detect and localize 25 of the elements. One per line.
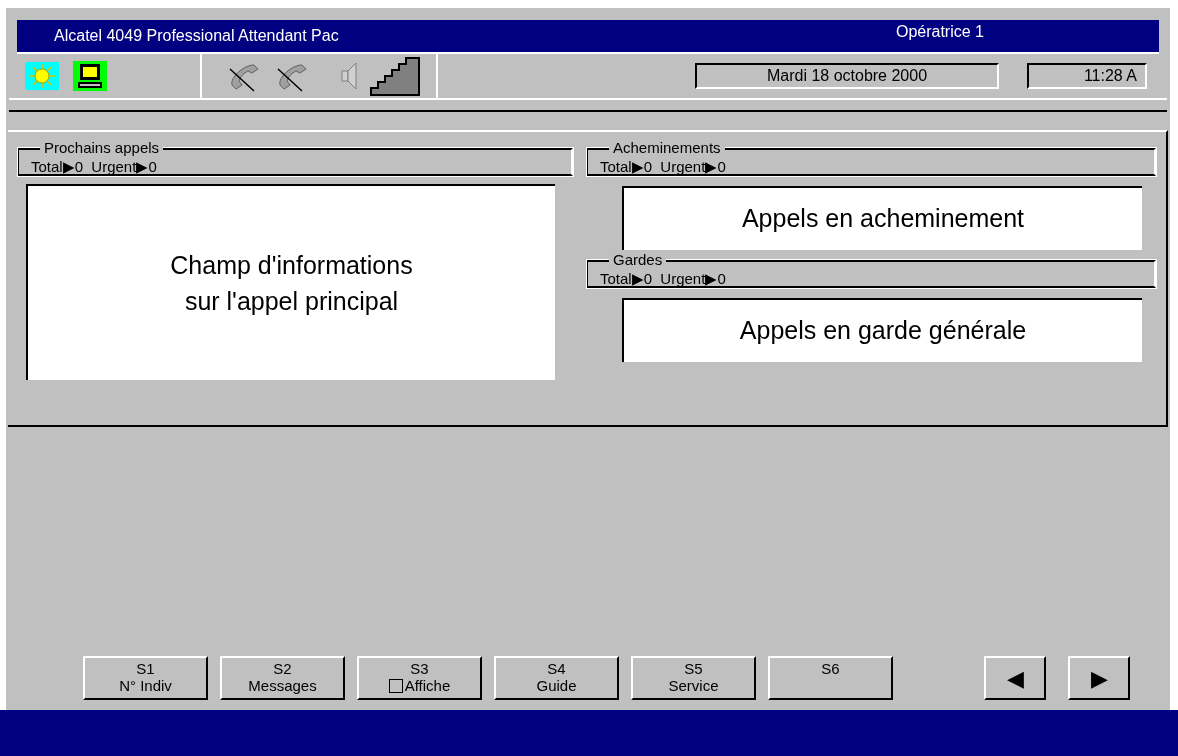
group-title: Prochains appels bbox=[40, 140, 164, 155]
group-title: Acheminements bbox=[609, 140, 725, 155]
field-text: Appels en acheminement bbox=[741, 203, 1025, 235]
stairs-level-icon bbox=[370, 56, 420, 96]
field-text: Appels en garde générale bbox=[739, 315, 1027, 347]
call-counts: Total▶0 Urgent▶0 bbox=[600, 271, 727, 286]
window-title: Alcatel 4049 Professional Attendant Pac bbox=[54, 26, 339, 46]
softkey-button[interactable]: S4 Guide bbox=[494, 656, 619, 700]
operator-name: Opératrice 1 bbox=[895, 22, 984, 42]
softkey-button[interactable]: S6 bbox=[768, 656, 893, 700]
softkey-button[interactable]: S3 Affiche bbox=[357, 656, 482, 700]
computer-icon[interactable] bbox=[73, 61, 107, 91]
checkbox[interactable] bbox=[388, 678, 403, 693]
softkey-button[interactable]: S5 Service bbox=[631, 656, 756, 700]
call-counts: Total▶0 Urgent▶0 bbox=[600, 159, 727, 174]
softkey-button[interactable]: S2 Messages bbox=[220, 656, 345, 700]
next-button[interactable]: ▶ bbox=[1068, 656, 1130, 700]
group-title: Gardes bbox=[609, 252, 667, 267]
previous-button[interactable]: ◀ bbox=[984, 656, 1046, 700]
call-counts: Total▶0 Urgent▶0 bbox=[31, 159, 158, 174]
field-text: Champ d'informations bbox=[170, 250, 413, 281]
date-display: Mardi 18 octobre 2000 bbox=[695, 63, 999, 89]
time-display: 11:28 A bbox=[1027, 63, 1147, 89]
softkey-button[interactable]: S1 N° Indiv bbox=[83, 656, 208, 700]
field-text: sur l'appel principal bbox=[184, 286, 399, 317]
